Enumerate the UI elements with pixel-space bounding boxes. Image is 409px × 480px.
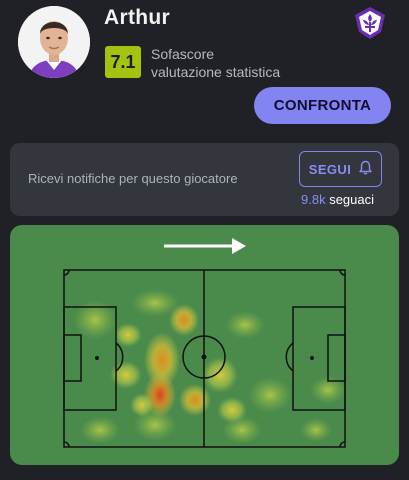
heatmap-card: [10, 225, 399, 465]
player-name: Arthur: [104, 6, 170, 29]
rating-provider: Sofascore: [151, 46, 215, 62]
arrow-right-icon: [164, 238, 246, 254]
rating-description: valutazione statistica: [151, 64, 281, 80]
followers-info: 9.8k seguaci: [301, 192, 374, 207]
compare-button[interactable]: CONFRONTA: [254, 87, 391, 124]
follow-label: SEGUI: [308, 161, 352, 177]
followers-label: seguaci: [329, 192, 375, 207]
player-avatar: [18, 6, 90, 78]
notification-card: Ricevi notifiche per questo giocatore SE…: [10, 143, 399, 216]
fiorentina-crest-icon[interactable]: [354, 6, 386, 40]
followers-count: 9.8k: [301, 192, 326, 207]
notification-text: Ricevi notifiche per questo giocatore: [28, 171, 238, 186]
follow-button[interactable]: SEGUI: [299, 151, 382, 187]
heat-blobs: [73, 289, 346, 444]
bell-icon: [359, 160, 372, 178]
rating-badge[interactable]: 7.1: [105, 46, 141, 78]
rating-caption: Sofascore valutazione statistica: [151, 45, 280, 81]
